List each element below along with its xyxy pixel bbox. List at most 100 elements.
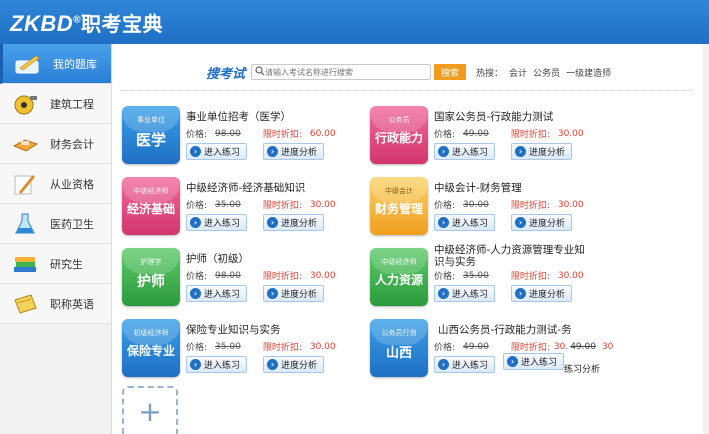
add-exam-button[interactable]: + [122, 386, 178, 434]
sidebar-item-english[interactable]: 职称英语 [0, 284, 111, 324]
overlapping-analysis-label[interactable]: 练习分析 [564, 362, 600, 375]
start-practice-button-ghost[interactable]: › 进入练习 [503, 353, 565, 370]
discount-price: 30.00 [557, 199, 584, 210]
exam-cover[interactable]: 中级会计 财务管理 [370, 177, 428, 235]
discount-price: 30. [553, 341, 569, 352]
start-practice-button[interactable]: › 进入练习 [434, 143, 496, 160]
exam-title[interactable]: 中级会计-财务管理 [434, 180, 522, 195]
exam-cover[interactable]: 事业单位 医学 [122, 106, 180, 164]
price-label: 价格: [434, 272, 456, 282]
arrow-right-icon: › [438, 217, 449, 228]
original-price: 35.00 [463, 270, 489, 281]
hot-link[interactable]: 会计 [509, 66, 527, 79]
arrow-right-icon: › [190, 359, 201, 370]
scrollbar[interactable] [703, 44, 709, 434]
arrow-right-icon: › [267, 288, 279, 299]
exam-card: 中级经济师 人力资源 中级经济师-人力资源管理专业知 识与实务 价格: 35.0… [370, 244, 620, 310]
price-row: 价格: 35.00 限时折扣: 30.00 [434, 269, 584, 283]
arrow-right-icon: › [515, 146, 527, 157]
exam-title[interactable]: 中级经济师-经济基础知识 [186, 180, 305, 195]
progress-analysis-button[interactable]: › 进度分析 [263, 214, 325, 231]
button-label: 进入练习 [452, 219, 489, 229]
sidebar-item-my-questions[interactable]: 我的题库 [0, 44, 111, 84]
pen-book-icon [13, 51, 43, 77]
exam-title[interactable]: 事业单位招考（医学） [186, 109, 291, 124]
exam-cover[interactable]: 中级经济师 人力资源 [370, 248, 428, 306]
hot-link[interactable]: 公务员 [533, 66, 560, 79]
start-practice-button[interactable]: › 进入练习 [434, 214, 496, 231]
start-practice-button[interactable]: › 进入练习 [434, 356, 496, 373]
button-label: 进入练习 [204, 361, 241, 371]
exam-title[interactable]: 国家公务员-行政能力测试 [434, 109, 553, 124]
progress-analysis-button[interactable]: › 进度分析 [263, 143, 325, 160]
sidebar-item-graduate[interactable]: 研究生 [0, 244, 111, 284]
start-practice-button[interactable]: › 进入练习 [186, 214, 248, 231]
discount-price: 30.00 [557, 128, 584, 139]
start-practice-button[interactable]: › 进入练习 [434, 285, 496, 302]
logo-chinese: 职考宝典 [80, 12, 163, 36]
exam-cover[interactable]: 公务员 行政能力 [370, 106, 428, 164]
original-price: 98.00 [215, 270, 241, 281]
exam-cover[interactable]: 中级经济师 经济基础 [122, 177, 180, 235]
discount-price: 30.00 [309, 341, 336, 352]
cover-subtitle: 初级经济师 [133, 329, 169, 337]
exam-title[interactable]: 山西公务员-行政能力测试-务 [438, 322, 572, 337]
search-input[interactable] [265, 67, 426, 77]
card-actions: › 进入练习 › 进度分析 [434, 214, 573, 231]
cover-subtitle: 公务员 [388, 116, 410, 124]
price-row: 价格: 49.00 限时折扣: 30. 49.00 30 [434, 340, 614, 354]
arrow-right-icon: › [190, 288, 201, 299]
exam-title[interactable]: 保险专业知识与实务 [186, 322, 281, 337]
overlapping-discount: 30 [601, 341, 614, 352]
discount-label: 限时折扣: [262, 343, 302, 353]
sidebar-item-qualification[interactable]: 从业资格 [0, 164, 111, 204]
progress-analysis-button[interactable]: › 进度分析 [263, 285, 325, 302]
sidebar-item-construction[interactable]: 建筑工程 [0, 84, 111, 124]
exam-cover[interactable]: 护理学 护师 [122, 248, 180, 306]
app-header: ZKBD®职考宝典 [0, 0, 709, 44]
exam-cover[interactable]: 公务员行测 山西 [370, 319, 428, 377]
sidebar-item-medicine[interactable]: 医药卫生 [0, 204, 111, 244]
card-actions: › 进入练习 › 进度分析 [434, 143, 573, 160]
progress-analysis-button[interactable]: › 进度分析 [511, 285, 573, 302]
price-label: 价格: [186, 343, 208, 353]
progress-analysis-button[interactable]: › 进度分析 [263, 356, 325, 373]
exam-title-line: 识与实务 [434, 256, 476, 268]
button-label: 进入练习 [204, 148, 241, 158]
exam-title[interactable]: 中级经济师-人力资源管理专业知 识与实务 [434, 244, 585, 268]
progress-analysis-button[interactable]: › 进度分析 [511, 143, 573, 160]
exam-card: 中级经济师 经济基础 中级经济师-经济基础知识 价格: 35.00 限时折扣: … [122, 177, 372, 239]
price-row: 价格: 35.00 限时折扣: 30.00 [186, 340, 336, 354]
arrow-right-icon: › [438, 359, 449, 370]
exam-title[interactable]: 护师（初级） [186, 251, 249, 266]
price-label: 价格: [434, 201, 456, 211]
start-practice-button[interactable]: › 进入练习 [186, 143, 248, 160]
sidebar-item-finance[interactable]: 财务会计 [0, 124, 111, 164]
card-actions: › 进入练习 › 进度分析 [186, 214, 325, 231]
hot-label: 热搜： [476, 68, 504, 79]
card-actions: › 进入练习 › 进度分析 [434, 285, 573, 302]
discount-price: 30.00 [557, 270, 584, 281]
start-practice-button[interactable]: › 进入练习 [186, 356, 248, 373]
app-logo[interactable]: ZKBD®职考宝典 [10, 8, 163, 37]
progress-analysis-button[interactable]: › 进度分析 [511, 214, 573, 231]
hot-link[interactable]: 一级建造师 [566, 66, 611, 79]
price-label: 价格: [434, 343, 456, 353]
exam-cover[interactable]: 初级经济师 保险专业 [122, 319, 180, 377]
price-label: 价格: [186, 201, 208, 211]
divider [120, 90, 692, 91]
search-field[interactable] [251, 64, 432, 80]
search-title: 搜考试 [206, 66, 246, 82]
exam-card: 初级经济师 保险专业 保险专业知识与实务 价格: 35.00 限时折扣: 30.… [122, 319, 372, 381]
sidebar-item-label: 职称英语 [50, 297, 94, 311]
notebook-icon [10, 291, 40, 317]
start-practice-button[interactable]: › 进入练习 [186, 285, 248, 302]
sidebar-item-label: 我的题库 [53, 57, 97, 71]
button-label: 进度分析 [529, 148, 566, 158]
flask-icon [10, 211, 40, 237]
button-label: 进度分析 [281, 290, 318, 300]
search-button[interactable]: 搜索 [434, 64, 467, 80]
sidebar-item-label: 从业资格 [50, 177, 94, 191]
button-label: 进入练习 [452, 290, 489, 300]
cover-subtitle: 公务员行测 [381, 329, 417, 337]
